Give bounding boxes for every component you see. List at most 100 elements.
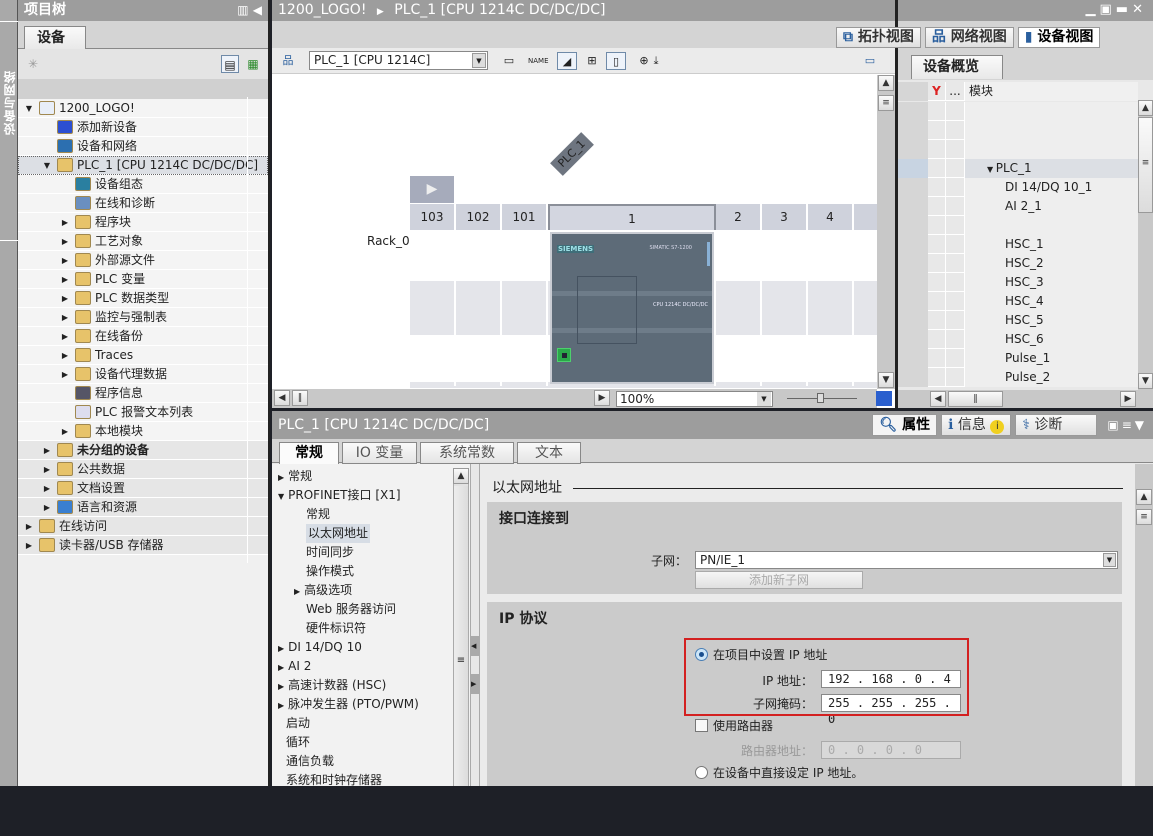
nav-item[interactable]: 操作模式 [306,562,354,581]
slot-header-4[interactable]: 4 [808,204,854,230]
column-module[interactable]: 模块 [965,82,1138,101]
nav-item[interactable]: ▶ AI 2 [278,657,311,676]
slot-header-102[interactable]: 102 [456,204,502,230]
subnet-select[interactable]: PN/IE_1 ▼ [695,551,1118,569]
scroll-right-icon[interactable]: ▶ [1120,391,1136,407]
expand-arrow-icon[interactable]: ▶ [60,346,70,365]
collapse-arrow-icon[interactable]: ▼ [24,99,34,118]
tab-view-2[interactable]: ▮ 设备视图 [1017,27,1101,48]
table-row[interactable]: ▼ PLC_1 [898,159,1138,178]
tree-item[interactable]: ▶ 文档设置 [18,479,268,498]
tab-view-0[interactable]: ⧉ 拓扑视图 [836,27,921,48]
details-view-icon[interactable]: ▤ [221,55,239,73]
expand-arrow-icon[interactable]: ▶ [278,663,284,672]
tree-item[interactable]: ▶ 设备代理数据 [18,365,268,384]
nav-item[interactable]: 系统和时钟存储器 [286,771,382,790]
slot-header-103[interactable]: 103 [410,204,456,230]
set-ip-on-device-radio[interactable] [695,766,708,779]
expand-arrow-icon[interactable]: ▶ [60,251,70,270]
expand-arrow-icon[interactable]: ▶ [42,498,52,517]
nav-scrollbar[interactable]: ▲ ≡ [453,468,469,786]
scroll-up-icon[interactable]: ▲ [878,75,894,91]
scroll-thumb[interactable]: ≡ [1136,509,1152,525]
nav-item[interactable]: 以太网地址 [306,524,371,543]
tab-device-overview[interactable]: 设备概览 [911,55,1003,79]
expand-arrow-icon[interactable]: ▶ [42,479,52,498]
table-row[interactable]: HSC_3 [898,273,1138,292]
tree-item[interactable]: ▶ Traces [18,346,268,365]
breadcrumb-device[interactable]: PLC_1 [CPU 1214C DC/DC/DC] [394,2,605,18]
scroll-up-icon[interactable]: ▲ [453,468,469,484]
tree-item[interactable]: ▶ 读卡器/USB 存储器 [18,536,268,555]
tree-item[interactable]: 设备和网络 [18,137,268,156]
tree-item[interactable]: ▶ 在线访问 [18,517,268,536]
zoom-slider[interactable] [787,393,857,403]
tree-item[interactable]: ▶ PLC 变量 [18,270,268,289]
collapse-arrow-icon[interactable]: ▼ [278,492,284,501]
tree-item[interactable]: 在线和诊断 [18,194,268,213]
tab-devices[interactable]: 设备 [24,26,86,50]
expand-arrow-icon[interactable]: ▶ [24,517,34,536]
slot-header-101[interactable]: 101 [502,204,548,230]
chevron-down-icon[interactable]: ▼ [757,392,771,406]
scroll-right-icon[interactable]: ▶ [594,390,610,406]
tree-item[interactable]: ▶ 监控与强制表 [18,308,268,327]
scroll-left-icon[interactable]: ◀ [274,390,290,406]
expand-arrow-icon[interactable]: ▶ [24,536,34,555]
scroll-thumb[interactable]: ≡ [454,486,468,786]
content-scrollbar[interactable]: ▲ ≡ [1135,464,1153,786]
router-address-field[interactable]: 0 . 0 . 0 . 0 [821,741,961,759]
chevron-down-icon[interactable]: ▼ [1103,553,1116,567]
tree-item[interactable]: 添加新设备 [18,118,268,137]
scroll-up-icon[interactable]: ▲ [1138,100,1153,116]
scroll-thumb[interactable]: ‖ [292,390,308,406]
tab-info[interactable]: ℹ 信息 i [941,414,1012,436]
nav-item[interactable]: ▶ 常规 [278,467,312,486]
table-row[interactable]: DI 14/DQ 10_1 [898,178,1138,197]
tree-item[interactable]: ▶ 未分组的设备 [18,441,268,460]
chevron-down-icon[interactable]: ▼ [472,53,486,68]
tab-view-1[interactable]: 品 网络视图 [924,27,1014,48]
ethernet-port-icon[interactable] [557,348,571,362]
tree-item[interactable]: ▼ 1200_LOGO! [18,99,268,118]
zoom-select[interactable]: 100% ▼ [616,391,773,407]
tree-item[interactable]: ▶ 程序块 [18,213,268,232]
collapse-left-icon[interactable]: ◀ [471,636,479,656]
download-icon[interactable]: ⤓ [650,52,662,70]
nav-item[interactable]: ▼ PROFINET接口 [X1] [278,486,401,505]
device-select[interactable]: PLC_1 [CPU 1214C] ▼ [309,51,488,70]
tree-item[interactable]: ▶ PLC 数据类型 [18,289,268,308]
splitter[interactable]: ◀ ▶ [470,464,480,786]
expand-arrow-icon[interactable]: ▶ [60,213,70,232]
expand-arrow-icon[interactable]: ▶ [278,473,284,482]
expand-arrow-icon[interactable]: ▶ [278,701,284,710]
nav-item[interactable]: 循环 [286,733,310,752]
scroll-down-icon[interactable]: ▼ [1138,373,1153,389]
expand-arrow-icon[interactable]: ▶ [60,289,70,308]
table-row[interactable]: HSC_5 [898,311,1138,330]
expand-arrow-icon[interactable]: ▶ [60,327,70,346]
expand-arrow-icon[interactable]: ▶ [60,422,70,441]
tab-diagnostics[interactable]: ⚕ 诊断 [1015,414,1098,436]
expand-arrow-icon[interactable]: ▶ [278,644,284,653]
nav-item[interactable]: Web 服务器访问 [306,600,396,619]
nav-item[interactable]: 通信负载 [286,752,334,771]
editor-vscrollbar[interactable]: ▲ ≡ ▼ [877,75,895,389]
tree-item[interactable]: ▶ 语言和资源 [18,498,268,517]
slot-header-3[interactable]: 3 [762,204,808,230]
overview-vscrollbar[interactable]: ▲ ≡ ▼ [1138,100,1153,390]
collapse-arrow-icon[interactable]: ▼ [42,156,52,175]
nav-item[interactable]: 启动 [286,714,310,733]
nav-item[interactable]: 常规 [306,505,330,524]
table-row[interactable]: HSC_4 [898,292,1138,311]
tree-item[interactable]: PLC 报警文本列表 [18,403,268,422]
overview-hscrollbar[interactable]: ◀ ‖ ▶ [898,390,1153,408]
expand-arrow-icon[interactable]: ▶ [294,587,300,596]
expand-rack-button[interactable]: ▶ [410,176,454,203]
zoom-slider-handle[interactable] [817,393,824,403]
nav-item[interactable]: ▶ 脉冲发生器 (PTO/PWM) [278,695,419,714]
collapse-arrow-icon[interactable]: ▼ [987,165,996,174]
tree-item[interactable]: ▶ 工艺对象 [18,232,268,251]
editor-hscrollbar[interactable]: ◀ ‖ ▶ 100% ▼ [272,389,892,408]
device-tree-icon[interactable]: 品 [278,52,298,70]
